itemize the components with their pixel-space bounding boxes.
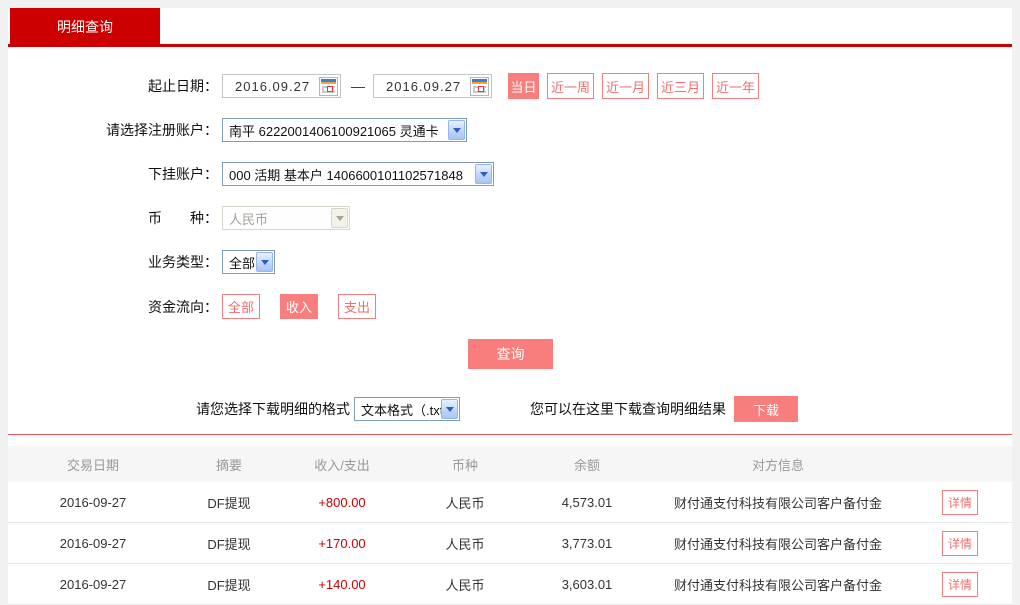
cell-date: 2016-09-27 xyxy=(8,577,178,592)
currency-row: 币 种： 人民币 xyxy=(8,206,1012,230)
start-date-value: 2016.09.27 xyxy=(235,79,310,94)
cell-counterparty: 财付通支付科技有限公司客户备付金 xyxy=(648,534,908,553)
col-header-currency: 币种 xyxy=(404,455,526,474)
quick-range-3months-button[interactable]: 近三月 xyxy=(657,73,704,99)
col-header-summary: 摘要 xyxy=(178,455,280,474)
end-date-value: 2016.09.27 xyxy=(386,79,461,94)
download-button[interactable]: 下载 xyxy=(734,396,798,422)
quick-range-month-button[interactable]: 近一月 xyxy=(602,73,649,99)
quick-range-year-button[interactable]: 近一年 xyxy=(712,73,759,99)
cell-summary: DF提现 xyxy=(178,493,280,512)
main-content: 明细查询 起止日期： 2016.09.27 — 2016.09.27 当日 近一… xyxy=(8,8,1012,596)
download-format-label: 请您选择下载明细的格式 xyxy=(196,399,350,419)
cell-date: 2016-09-27 xyxy=(8,536,178,551)
download-format-value: 文本格式（.txt） xyxy=(356,400,441,419)
detail-button[interactable]: 详情 xyxy=(942,531,978,556)
start-date-input[interactable]: 2016.09.27 xyxy=(222,74,341,98)
register-account-value: 南平 6222001406100921065 灵通卡 xyxy=(224,121,439,140)
business-type-row: 业务类型： 全部 xyxy=(8,250,1012,274)
register-account-row: 请选择注册账户： 南平 6222001406100921065 灵通卡 xyxy=(8,118,1012,142)
currency-value: 人民币 xyxy=(224,209,268,228)
query-form: 起止日期： 2016.09.27 — 2016.09.27 当日 近一周 近一月… xyxy=(8,47,1012,435)
cell-amount: +800.00 xyxy=(280,495,404,510)
calendar-day-marker xyxy=(478,86,484,92)
tab-bar: 明细查询 xyxy=(8,8,1012,47)
detail-button[interactable]: 详情 xyxy=(942,572,978,597)
sub-account-value: 000 活期 基本户 1406600101102571848 xyxy=(224,165,463,184)
query-button-row: 查询 xyxy=(8,339,1012,369)
cell-summary: DF提现 xyxy=(178,575,280,594)
date-range-label: 起止日期： xyxy=(8,76,218,96)
col-header-date: 交易日期 xyxy=(8,455,178,474)
cell-summary: DF提现 xyxy=(178,534,280,553)
chevron-down-icon[interactable] xyxy=(448,120,465,140)
download-hint: 您可以在这里下载查询明细结果 xyxy=(530,399,726,419)
quick-range-today-button[interactable]: 当日 xyxy=(508,73,539,99)
fund-flow-income-button[interactable]: 收入 xyxy=(280,294,318,319)
cell-balance: 4,573.01 xyxy=(526,495,648,510)
fund-flow-expense-button[interactable]: 支出 xyxy=(338,294,376,319)
sub-account-label: 下挂账户： xyxy=(8,164,218,184)
col-header-counterparty: 对方信息 xyxy=(648,455,908,474)
table-header-row: 交易日期 摘要 收入/支出 币种 余额 对方信息 xyxy=(8,446,1012,482)
fund-flow-label: 资金流向： xyxy=(8,297,218,317)
cell-currency: 人民币 xyxy=(404,493,526,512)
detail-button[interactable]: 详情 xyxy=(942,490,978,515)
cell-counterparty: 财付通支付科技有限公司客户备付金 xyxy=(648,575,908,594)
cell-amount: +140.00 xyxy=(280,577,404,592)
table-row: 2016-09-27 DF提现 +140.00 人民币 3,603.01 财付通… xyxy=(8,564,1012,605)
query-button[interactable]: 查询 xyxy=(468,339,553,369)
download-row: 请您选择下载明细的格式 文本格式（.txt） 您可以在这里下载查询明细结果 下载 xyxy=(196,396,1012,422)
calendar-day-marker xyxy=(327,86,333,92)
cell-counterparty: 财付通支付科技有限公司客户备付金 xyxy=(648,493,908,512)
end-date-input[interactable]: 2016.09.27 xyxy=(373,74,492,98)
register-account-select[interactable]: 南平 6222001406100921065 灵通卡 xyxy=(222,118,467,142)
cell-amount: +170.00 xyxy=(280,536,404,551)
tab-detail-query[interactable]: 明细查询 xyxy=(10,8,160,47)
quick-range-week-button[interactable]: 近一周 xyxy=(547,73,594,99)
fund-flow-row: 资金流向： 全部 收入 支出 xyxy=(8,294,1012,319)
fund-flow-all-button[interactable]: 全部 xyxy=(222,294,260,319)
business-type-select[interactable]: 全部 xyxy=(222,250,275,274)
col-header-amount: 收入/支出 xyxy=(280,455,404,474)
cell-currency: 人民币 xyxy=(404,575,526,594)
download-format-select[interactable]: 文本格式（.txt） xyxy=(354,397,460,421)
chevron-down-icon[interactable] xyxy=(441,399,458,419)
cell-balance: 3,603.01 xyxy=(526,577,648,592)
cell-currency: 人民币 xyxy=(404,534,526,553)
date-separator: — xyxy=(351,78,365,94)
results-table: 交易日期 摘要 收入/支出 币种 余额 对方信息 2016-09-27 DF提现… xyxy=(8,446,1012,605)
table-row: 2016-09-27 DF提现 +170.00 人民币 3,773.01 财付通… xyxy=(8,523,1012,564)
register-account-label: 请选择注册账户： xyxy=(8,120,218,140)
chevron-down-icon[interactable] xyxy=(475,164,492,184)
business-type-label: 业务类型： xyxy=(8,252,218,272)
calendar-icon[interactable] xyxy=(319,77,338,96)
sub-account-row: 下挂账户： 000 活期 基本户 1406600101102571848 xyxy=(8,162,1012,186)
date-range-row: 起止日期： 2016.09.27 — 2016.09.27 当日 近一周 近一月… xyxy=(8,74,1012,98)
currency-select: 人民币 xyxy=(222,206,350,230)
chevron-down-icon[interactable] xyxy=(256,252,273,272)
sub-account-select[interactable]: 000 活期 基本户 1406600101102571848 xyxy=(222,162,494,186)
col-header-balance: 余额 xyxy=(526,455,648,474)
currency-label: 币 种： xyxy=(8,208,218,228)
calendar-icon[interactable] xyxy=(470,77,489,96)
chevron-down-icon xyxy=(331,208,348,228)
cell-balance: 3,773.01 xyxy=(526,536,648,551)
cell-date: 2016-09-27 xyxy=(8,495,178,510)
business-type-value: 全部 xyxy=(224,253,255,272)
table-row: 2016-09-27 DF提现 +800.00 人民币 4,573.01 财付通… xyxy=(8,482,1012,523)
